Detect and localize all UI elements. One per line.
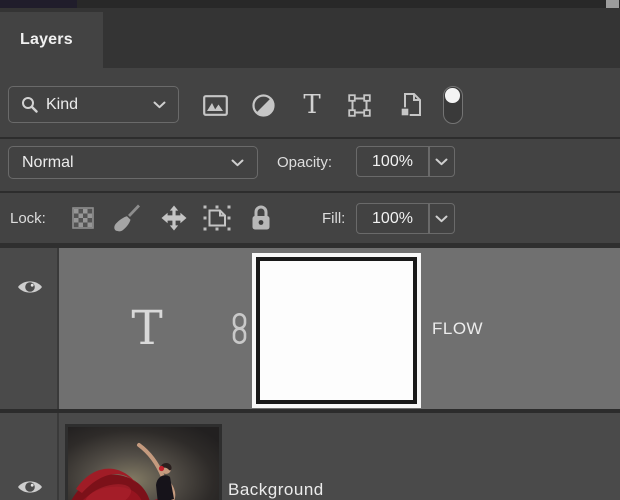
- image-layer-thumbnail[interactable]: [65, 424, 222, 500]
- layer-row-flow[interactable]: T FLOW: [0, 248, 620, 409]
- fill-label: Fill:: [322, 210, 346, 227]
- toggle-knob: [445, 88, 460, 103]
- fill-value[interactable]: 100%: [357, 204, 428, 233]
- lock-label: Lock:: [10, 210, 46, 227]
- layers-panel: Layers Kind T Normal Opacity: 100% Lock:…: [0, 0, 620, 500]
- blend-mode-value: Normal: [22, 153, 74, 171]
- layer-name[interactable]: Background: [228, 480, 324, 500]
- layer-row-background[interactable]: Background: [0, 413, 620, 500]
- tab-layers-label: Layers: [20, 31, 73, 48]
- fill-field[interactable]: 100%: [356, 203, 455, 234]
- pixel-layer-filter-icon[interactable]: [203, 95, 228, 116]
- lock-artboard-icon[interactable]: [203, 205, 231, 231]
- lock-position-icon[interactable]: [161, 205, 187, 231]
- chevron-down-icon[interactable]: [430, 204, 455, 233]
- chevron-down-icon: [231, 159, 244, 167]
- blend-mode-dropdown[interactable]: Normal: [8, 146, 258, 179]
- scrollbar-fragment[interactable]: [606, 0, 619, 8]
- mask-link-icon[interactable]: [231, 312, 248, 349]
- visibility-column: [0, 248, 59, 409]
- layer-name[interactable]: FLOW: [432, 248, 483, 409]
- opacity-label: Opacity:: [277, 154, 333, 171]
- search-icon: [22, 97, 38, 113]
- canvas-edge: [0, 0, 77, 8]
- layer-mask-thumbnail[interactable]: [252, 253, 421, 408]
- lock-pixels-brush-icon[interactable]: [111, 203, 141, 232]
- shape-layer-filter-icon[interactable]: [348, 94, 371, 117]
- divider: [0, 137, 620, 139]
- text-layer-thumbnail[interactable]: T: [121, 305, 173, 352]
- smart-object-filter-icon[interactable]: [399, 92, 422, 118]
- divider: [0, 191, 620, 193]
- chevron-down-icon[interactable]: [430, 147, 455, 176]
- opacity-field[interactable]: 100%: [356, 146, 455, 177]
- lock-all-icon[interactable]: [250, 204, 272, 231]
- type-filter-glyph: T: [303, 90, 321, 120]
- dancer-image: [68, 427, 219, 500]
- filter-kind-dropdown[interactable]: Kind: [8, 86, 179, 123]
- chevron-down-icon: [153, 101, 166, 109]
- opacity-value[interactable]: 100%: [357, 147, 428, 176]
- visibility-eye-icon[interactable]: [17, 478, 43, 500]
- panel-tab-bar: Layers: [0, 8, 620, 68]
- layer-filtering-toggle[interactable]: [443, 86, 463, 124]
- window-top-strip: [0, 0, 620, 8]
- tab-layers[interactable]: Layers: [0, 12, 103, 68]
- filter-kind-label: Kind: [46, 95, 79, 113]
- lock-transparency-icon[interactable]: [72, 207, 94, 229]
- layer-mask-thumbnail-inner: [256, 257, 417, 404]
- adjustment-layer-filter-icon[interactable]: [252, 94, 275, 117]
- type-layer-filter-icon[interactable]: T: [301, 92, 323, 118]
- visibility-eye-icon[interactable]: [17, 278, 43, 301]
